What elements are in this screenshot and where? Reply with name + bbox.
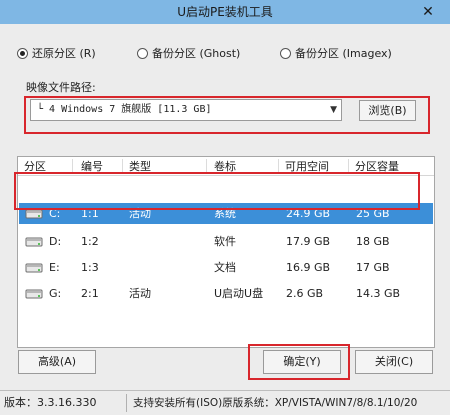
table-row[interactable]: C: 1:1 活动 系统 24.9 GB 25 GB xyxy=(19,203,433,224)
cell-number: 2:1 xyxy=(81,287,99,300)
title-bar: U启动PE装机工具 ✕ xyxy=(0,0,450,24)
column-divider xyxy=(122,159,123,174)
cell-label: U启动U盘 xyxy=(214,287,264,300)
cell-drive: C: xyxy=(49,207,61,220)
version-text: 版本：3.3.16.330 xyxy=(4,396,97,409)
image-path-select[interactable]: └ 4 Windows 7 旗舰版 [11.3 GB] ▼ xyxy=(30,99,342,121)
radio-indicator-restore[interactable] xyxy=(17,47,28,59)
column-divider xyxy=(72,159,73,174)
window-close-button[interactable]: ✕ xyxy=(414,2,442,22)
cell-free-space: 16.9 GB xyxy=(286,261,331,274)
status-bar: 版本：3.3.16.330 支持安装所有(ISO)原版系统：XP/VISTA/W… xyxy=(0,390,450,415)
cell-free-space: 24.9 GB xyxy=(286,207,331,220)
cell-free-space: 17.9 GB xyxy=(286,235,331,248)
window-title: U启动PE装机工具 xyxy=(177,5,273,19)
cell-type: 活动 xyxy=(129,207,151,220)
column-header-number[interactable]: 编号 xyxy=(81,157,103,176)
cell-capacity: 14.3 GB xyxy=(356,287,401,300)
cell-drive: G: xyxy=(49,287,62,300)
cell-drive: D: xyxy=(49,235,62,248)
image-path-label: 映像文件路径: xyxy=(26,81,96,94)
cell-capacity: 17 GB xyxy=(356,261,390,274)
radio-indicator-imagex[interactable] xyxy=(280,47,291,59)
ok-button[interactable]: 确定(Y) xyxy=(263,350,341,374)
table-row[interactable]: E: 1:3 文档 16.9 GB 17 GB xyxy=(19,257,433,278)
cell-number: 1:1 xyxy=(81,207,99,220)
supported-systems-text: 支持安装所有(ISO)原版系统：XP/VISTA/WIN7/8/8.1/10/2… xyxy=(133,397,418,409)
hard-drive-icon xyxy=(25,237,43,247)
column-divider xyxy=(278,159,279,174)
advanced-button[interactable]: 高级(A) xyxy=(18,350,96,374)
partition-table: 分区 编号 类型 卷标 可用空间 分区容量 C: 1:1 活动 系统 24.9 … xyxy=(17,156,435,348)
cell-capacity: 18 GB xyxy=(356,235,390,248)
cell-label: 系统 xyxy=(214,207,236,220)
column-header-free-space[interactable]: 可用空间 xyxy=(285,157,329,176)
cell-label: 文档 xyxy=(214,261,236,274)
chevron-down-icon[interactable]: ▼ xyxy=(330,100,337,120)
cell-capacity: 25 GB xyxy=(356,207,390,220)
cell-drive: E: xyxy=(49,261,60,274)
cell-number: 1:2 xyxy=(81,235,99,248)
column-header-partition[interactable]: 分区 xyxy=(24,157,46,176)
table-row[interactable]: D: 1:2 软件 17.9 GB 18 GB xyxy=(19,231,433,252)
cell-label: 软件 xyxy=(214,235,236,248)
radio-indicator-ghost[interactable] xyxy=(137,47,148,59)
dialog-body: 还原分区 (R) 备份分区 (Ghost) 备份分区 (Imagex) 映像文件… xyxy=(0,24,450,390)
close-button[interactable]: 关闭(C) xyxy=(355,350,433,374)
partition-table-header: 分区 编号 类型 卷标 可用空间 分区容量 xyxy=(18,157,434,176)
hard-drive-icon xyxy=(25,209,43,219)
hard-drive-icon xyxy=(25,289,43,299)
cell-free-space: 2.6 GB xyxy=(286,287,324,300)
column-header-label[interactable]: 卷标 xyxy=(214,157,236,176)
status-divider xyxy=(126,394,127,412)
column-divider xyxy=(348,159,349,174)
column-header-capacity[interactable]: 分区容量 xyxy=(355,157,399,176)
cell-type: 活动 xyxy=(129,287,151,300)
close-icon: ✕ xyxy=(422,4,434,20)
column-divider xyxy=(206,159,207,174)
table-row[interactable]: G: 2:1 活动 U启动U盘 2.6 GB 14.3 GB xyxy=(19,283,433,304)
image-path-selected-value: └ 4 Windows 7 旗舰版 [11.3 GB] xyxy=(37,104,212,115)
radio-restore-partition[interactable]: 还原分区 (R) xyxy=(17,45,96,61)
column-header-type[interactable]: 类型 xyxy=(129,157,151,176)
radio-backup-imagex[interactable]: 备份分区 (Imagex) xyxy=(280,45,392,61)
hard-drive-icon xyxy=(25,263,43,273)
browse-button[interactable]: 浏览(B) xyxy=(359,100,416,121)
radio-backup-ghost[interactable]: 备份分区 (Ghost) xyxy=(137,45,240,61)
cell-number: 1:3 xyxy=(81,261,99,274)
radio-label-restore: 还原分区 (R) xyxy=(32,47,96,60)
radio-label-ghost: 备份分区 (Ghost) xyxy=(152,47,241,60)
radio-label-imagex: 备份分区 (Imagex) xyxy=(295,47,392,60)
